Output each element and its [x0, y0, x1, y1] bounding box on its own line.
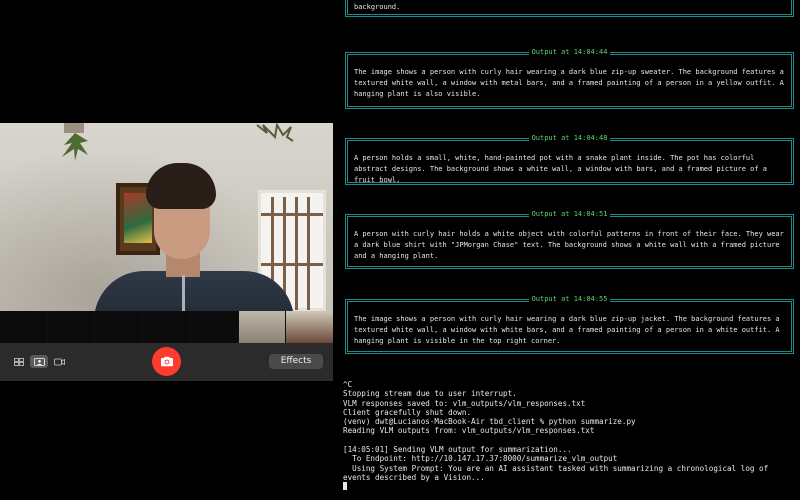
console-line: VLM responses saved to: vlm_outputs/vlm_…	[343, 398, 586, 408]
camera-icon	[160, 356, 173, 367]
output-panel: Output at 14:04:48 A person holds a smal…	[345, 134, 794, 185]
output-panel: Output at 14:04:51 A person with curly h…	[345, 210, 794, 269]
output-text: A person with curly hair holds a white o…	[354, 230, 784, 260]
grid-view-icon	[14, 357, 24, 366]
output-text: describing the plot. The setting appears…	[354, 3, 401, 11]
console-output: ^C Stopping stream due to user interrupt…	[343, 380, 793, 492]
shutter-button[interactable]	[152, 347, 181, 376]
output-panel: Output at 14:04:55 The image shows a per…	[345, 295, 794, 354]
output-text: The image shows a person with curly hair…	[354, 315, 780, 345]
camera-live-preview	[0, 123, 333, 311]
thumbnail[interactable]	[95, 311, 143, 343]
console-line: To Endpoint: http://10.147.17.37:8000/su…	[343, 454, 618, 464]
portrait-view-button[interactable]	[30, 355, 48, 368]
output-text: A person holds a small, white, hand-pain…	[354, 154, 768, 184]
camera-app-window: Effects	[0, 0, 334, 500]
terminal-window[interactable]: describing the plot. The setting appears…	[333, 0, 800, 500]
thumbnail[interactable]	[47, 311, 95, 343]
hanging-plant-right	[256, 123, 294, 142]
video-camera-icon	[53, 358, 65, 365]
console-line: Client gracefully shut down.	[343, 407, 472, 417]
console-line: ^C	[343, 380, 353, 389]
thumbnail[interactable]	[143, 311, 190, 343]
person-in-frame	[94, 163, 294, 311]
thumbnail[interactable]	[0, 311, 47, 343]
console-line: [14:05:01] Sending VLM output for summar…	[343, 445, 572, 455]
terminal-prompt[interactable]	[343, 482, 793, 491]
output-panel: Output at 14:04:44 The image shows a per…	[345, 48, 794, 109]
console-line: events described by a Vision...	[343, 472, 485, 482]
output-text: The image shows a person with curly hair…	[354, 68, 784, 98]
camera-toolbar: Effects	[0, 343, 333, 381]
portrait-view-icon	[33, 357, 45, 366]
output-panel: describing the plot. The setting appears…	[345, 0, 794, 17]
output-panel-title: Output at 14:04:51	[528, 210, 611, 218]
console-line: Stopping stream due to user interrupt.	[343, 389, 517, 399]
console-line: (venv) dwt@Lucianos-MacBook-Air tbd_clie…	[343, 417, 636, 427]
output-panel-title: Output at 14:04:44	[528, 48, 611, 56]
effects-button[interactable]: Effects	[269, 354, 323, 369]
thumbnail[interactable]	[238, 311, 286, 343]
grid-view-button[interactable]	[10, 355, 28, 368]
video-mode-button[interactable]	[50, 355, 68, 368]
photo-thumbnail-strip	[0, 311, 334, 343]
console-line: Using System Prompt: You are an AI assis…	[343, 463, 769, 473]
view-mode-selector	[10, 355, 68, 368]
text-cursor	[343, 482, 347, 491]
console-line: Reading VLM outputs from: vlm_outputs/vl…	[343, 426, 595, 436]
output-panel-title: Output at 14:04:48	[528, 134, 611, 142]
output-panel-title: Output at 14:04:55	[528, 295, 611, 303]
hanging-plant-left	[62, 133, 88, 161]
thumbnail[interactable]	[190, 311, 238, 343]
thumbnail[interactable]	[286, 311, 334, 343]
